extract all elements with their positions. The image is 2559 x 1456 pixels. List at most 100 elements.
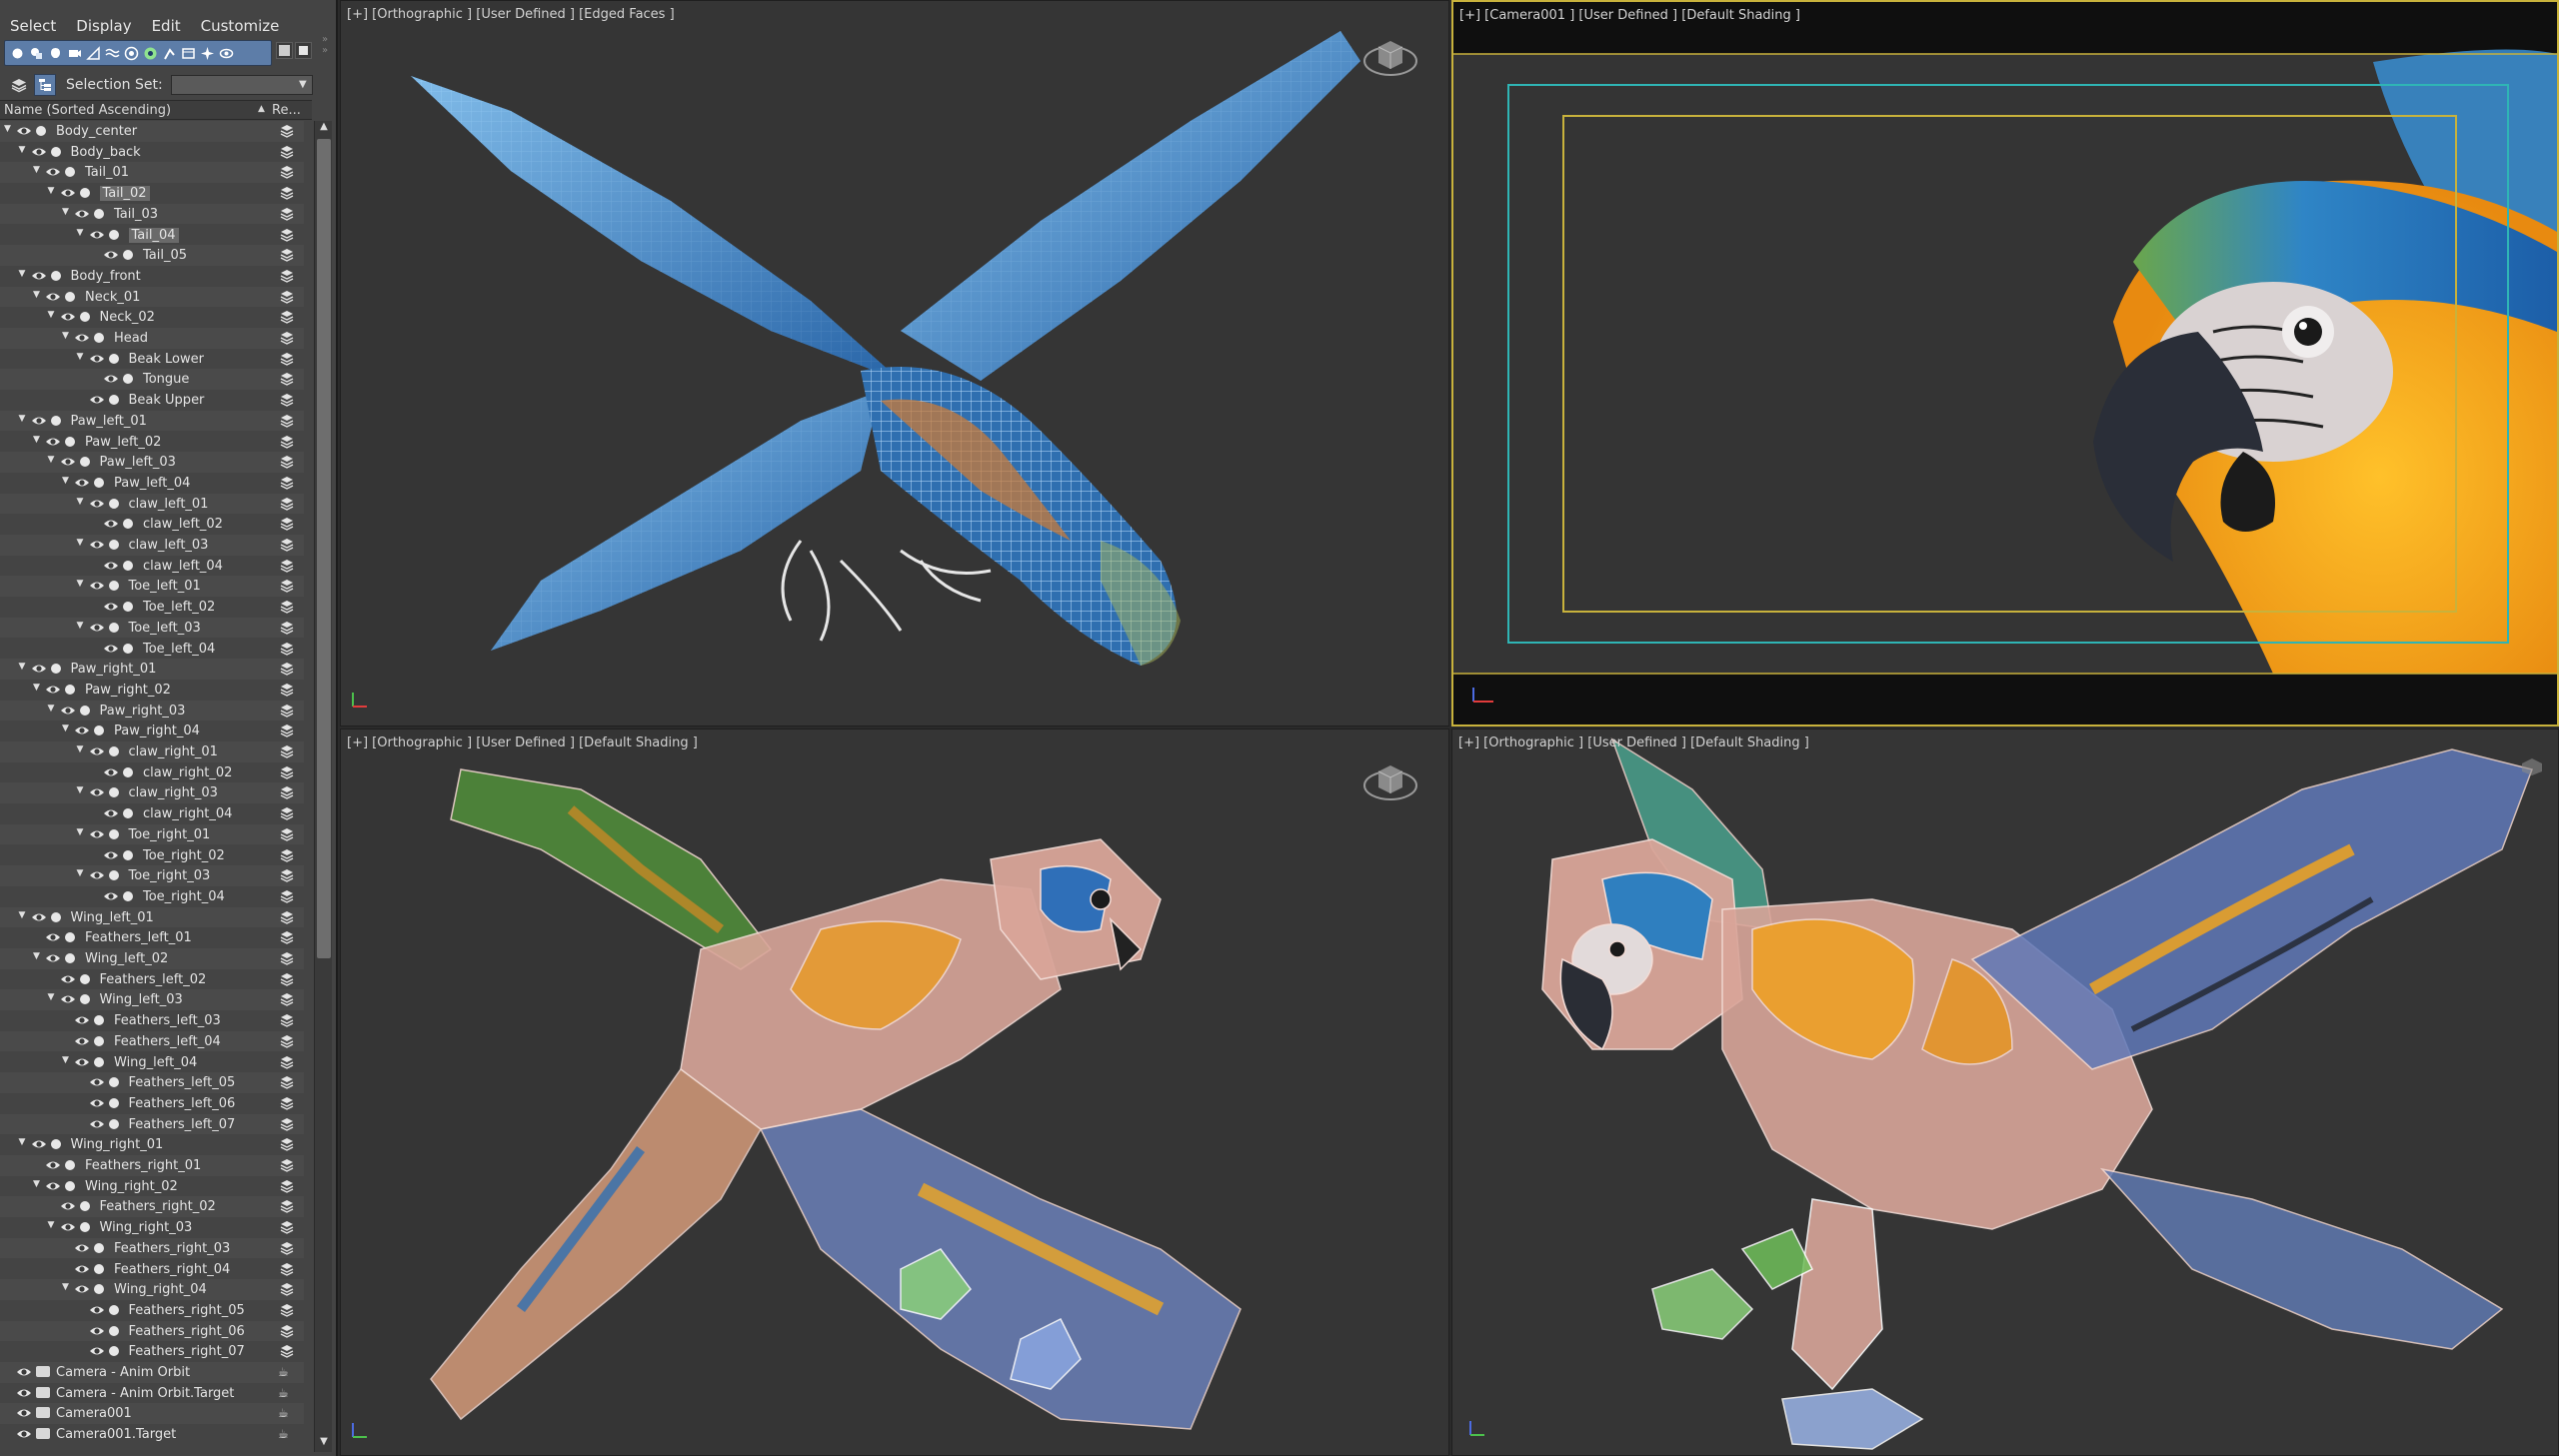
- visibility-eye-icon[interactable]: [89, 1324, 105, 1338]
- modifier-stack-icon[interactable]: [280, 1324, 294, 1338]
- expand-toggle-icon[interactable]: ▼: [77, 228, 84, 238]
- visibility-eye-icon[interactable]: [89, 868, 105, 882]
- modifier-stack-icon[interactable]: [280, 1262, 294, 1276]
- tree-row[interactable]: ▼ Paw_right_01: [0, 659, 304, 680]
- modifier-stack-icon[interactable]: [280, 331, 294, 345]
- visibility-eye-icon[interactable]: [16, 124, 32, 138]
- modifier-stack-icon[interactable]: [280, 1199, 294, 1214]
- tree-row-label[interactable]: Feathers_left_03: [114, 1013, 221, 1028]
- renderable-teapot-icon[interactable]: ☕: [278, 1365, 289, 1379]
- tree-row-label[interactable]: Toe_right_03: [129, 868, 211, 883]
- tree-row[interactable]: Feathers_right_02: [0, 1196, 304, 1218]
- tree-row-label[interactable]: Tail_02: [99, 186, 150, 202]
- tree-row[interactable]: ▼ claw_left_03: [0, 535, 304, 556]
- tree-row[interactable]: Feathers_left_04: [0, 1030, 304, 1052]
- visibility-eye-icon[interactable]: [89, 744, 105, 758]
- tree-row[interactable]: ▼ Toe_right_03: [0, 865, 304, 886]
- tree-row-label[interactable]: Camera001.Target: [56, 1427, 176, 1442]
- tree-row-label[interactable]: Toe_left_02: [143, 600, 215, 615]
- visibility-eye-icon[interactable]: [89, 352, 105, 366]
- modifier-stack-icon[interactable]: [280, 992, 294, 1007]
- tree-row[interactable]: Toe_right_02: [0, 845, 304, 866]
- expand-toggle-icon[interactable]: ▼: [33, 435, 40, 445]
- visibility-eye-icon[interactable]: [89, 228, 105, 242]
- visibility-eye-icon[interactable]: [31, 662, 47, 676]
- renderable-teapot-icon[interactable]: ☕: [278, 1386, 289, 1400]
- visibility-eye-icon[interactable]: [31, 910, 47, 924]
- modifier-stack-icon[interactable]: [280, 352, 294, 366]
- modifier-stack-icon[interactable]: [280, 414, 294, 428]
- tree-row[interactable]: ▼ Wing_right_02: [0, 1176, 304, 1197]
- modifier-stack-icon[interactable]: [280, 1117, 294, 1131]
- expand-toggle-icon[interactable]: ▼: [77, 827, 84, 837]
- scroll-up-icon[interactable]: ▲: [315, 121, 333, 137]
- modifier-stack-icon[interactable]: [280, 972, 294, 986]
- modifier-stack-icon[interactable]: [280, 1179, 294, 1193]
- tree-row[interactable]: ▼ Paw_left_04: [0, 473, 304, 494]
- visibility-eye-icon[interactable]: [89, 785, 105, 799]
- visibility-eye-icon[interactable]: [31, 1137, 47, 1151]
- tree-row-label[interactable]: Feathers_right_05: [129, 1303, 245, 1318]
- visibility-eye-icon[interactable]: [89, 1117, 105, 1131]
- visibility-eye-icon[interactable]: [74, 1241, 90, 1255]
- tree-row-label[interactable]: Neck_01: [85, 290, 140, 305]
- modifier-stack-icon[interactable]: [280, 930, 294, 945]
- tree-row-label[interactable]: Tail_04: [128, 227, 179, 243]
- modifier-stack-icon[interactable]: [280, 848, 294, 862]
- modifier-stack-icon[interactable]: [280, 1303, 294, 1317]
- visibility-eye-icon[interactable]: [16, 1386, 32, 1400]
- viewport-bottom-right[interactable]: [+] [Orthographic ] [User Defined ] [Def…: [1451, 728, 2559, 1456]
- expand-toggle-icon[interactable]: ▼: [48, 310, 55, 320]
- modifier-stack-icon[interactable]: [280, 207, 294, 221]
- helper-filter-icon[interactable]: [85, 45, 102, 62]
- visibility-eye-icon[interactable]: [31, 414, 47, 428]
- visibility-eye-icon[interactable]: [74, 1013, 90, 1027]
- tree-row-label[interactable]: Feathers_left_06: [129, 1096, 236, 1111]
- modifier-stack-icon[interactable]: [280, 372, 294, 387]
- camera-filter-icon[interactable]: [66, 45, 83, 62]
- tree-row-label[interactable]: Wing_right_02: [85, 1179, 178, 1194]
- tree-row-label[interactable]: Feathers_left_04: [114, 1034, 221, 1049]
- visibility-eye-icon[interactable]: [103, 889, 119, 903]
- display-influences-icon[interactable]: [295, 42, 312, 59]
- modifier-stack-icon[interactable]: [280, 744, 294, 758]
- tree-row-label[interactable]: claw_right_02: [143, 765, 232, 780]
- tree-row-label[interactable]: Paw_right_01: [71, 662, 157, 677]
- tree-row[interactable]: Tongue: [0, 369, 304, 391]
- visibility-eye-icon[interactable]: [74, 207, 90, 221]
- viewcube-icon[interactable]: [1358, 25, 1422, 89]
- viewport-label[interactable]: [+] [Camera001 ] [User Defined ] [Defaul…: [1459, 8, 1800, 23]
- tree-row[interactable]: ▼ claw_left_01: [0, 493, 304, 515]
- tree-row-label[interactable]: Body_center: [56, 124, 137, 139]
- visibility-eye-icon[interactable]: [103, 642, 119, 656]
- display-children-icon[interactable]: [276, 42, 293, 59]
- visibility-eye-icon[interactable]: [60, 972, 76, 986]
- visibility-eye-icon[interactable]: [16, 1365, 32, 1379]
- expand-toggle-icon[interactable]: ▼: [77, 538, 84, 548]
- visibility-eye-icon[interactable]: [31, 145, 47, 159]
- tree-row-label[interactable]: Toe_right_04: [143, 889, 225, 904]
- modifier-stack-icon[interactable]: [280, 683, 294, 697]
- visibility-eye-icon[interactable]: [74, 1055, 90, 1069]
- viewcube-icon[interactable]: [2518, 755, 2546, 777]
- visibility-eye-icon[interactable]: [103, 248, 119, 262]
- visibility-eye-icon[interactable]: [89, 1303, 105, 1317]
- layer-explorer-icon[interactable]: [8, 74, 30, 96]
- visibility-eye-icon[interactable]: [89, 579, 105, 593]
- tree-row[interactable]: ▼ Wing_left_03: [0, 989, 304, 1011]
- tree-row[interactable]: Feathers_right_03: [0, 1237, 304, 1259]
- tree-row[interactable]: Feathers_left_07: [0, 1113, 304, 1135]
- viewport-label[interactable]: [+] [Orthographic ] [User Defined ] [Def…: [1458, 735, 1809, 750]
- sphere-filter-icon[interactable]: [9, 45, 26, 62]
- tree-row-label[interactable]: Neck_02: [100, 310, 155, 325]
- visibility-eye-icon[interactable]: [60, 1220, 76, 1234]
- tree-row-label[interactable]: Tail_03: [114, 207, 158, 222]
- visibility-eye-icon[interactable]: [89, 1096, 105, 1110]
- tree-row-label[interactable]: claw_left_04: [143, 559, 223, 574]
- tree-row[interactable]: ▼ Wing_right_04: [0, 1279, 304, 1300]
- visibility-eye-icon[interactable]: [103, 765, 119, 779]
- tree-row-label[interactable]: Feathers_left_02: [100, 972, 207, 987]
- viewport-top-right[interactable]: [+] [Camera001 ] [User Defined ] [Defaul…: [1451, 0, 2559, 727]
- visibility-eye-icon[interactable]: [74, 724, 90, 737]
- renderable-teapot-icon[interactable]: ☕: [278, 1406, 289, 1420]
